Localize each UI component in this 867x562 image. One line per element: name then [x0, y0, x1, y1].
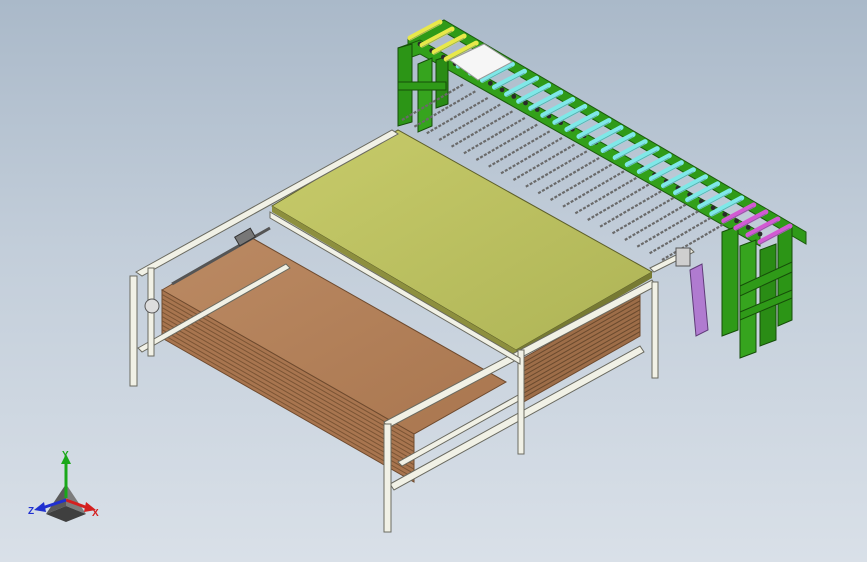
y-axis-label: Y	[62, 450, 69, 461]
bolt	[487, 80, 493, 86]
axis-triad: Y X Z	[28, 450, 99, 522]
model-3d-view[interactable]	[0, 0, 867, 562]
bolt	[499, 87, 505, 93]
z-axis-label: Z	[28, 506, 34, 517]
bolt	[722, 211, 728, 217]
bolt	[745, 225, 751, 230]
graphics-viewport[interactable]: Y X Z	[0, 0, 867, 562]
bolt	[734, 218, 739, 224]
support-bracket	[675, 247, 709, 337]
bolt	[757, 231, 763, 237]
x-axis-label: X	[92, 508, 99, 519]
bolt	[511, 94, 517, 99]
